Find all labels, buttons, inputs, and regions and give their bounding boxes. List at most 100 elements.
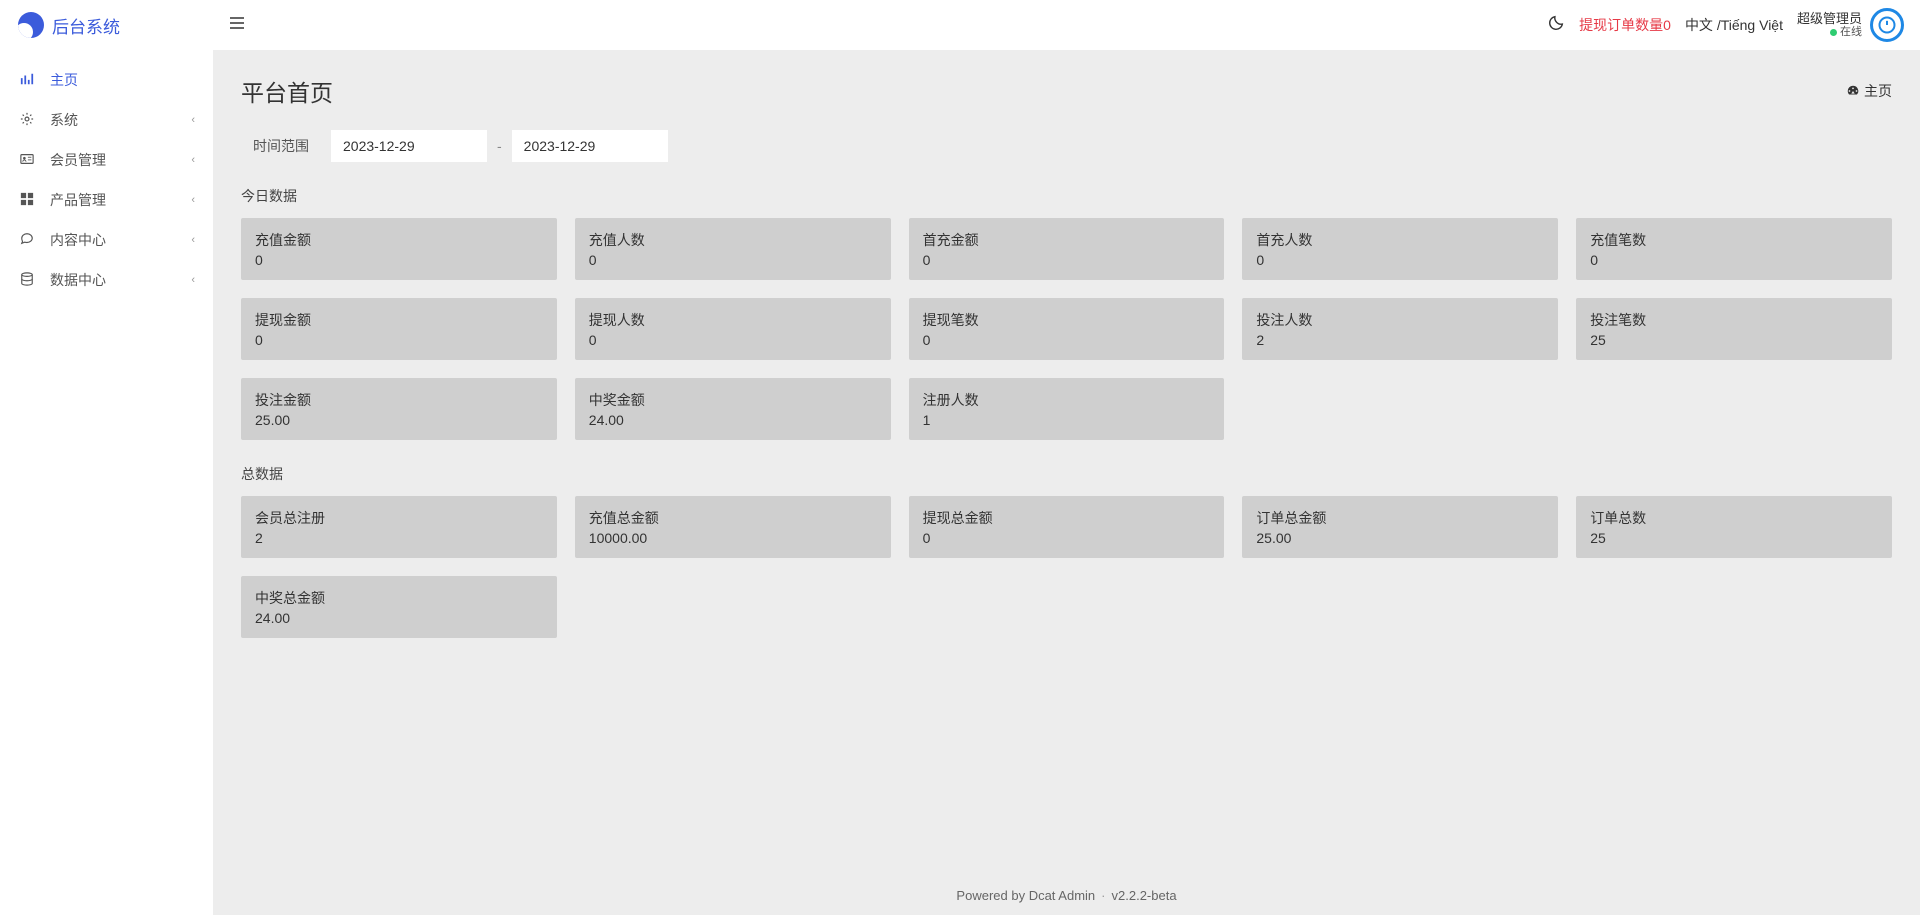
stat-label: 提现笔数 [923,310,1211,330]
stat-label: 充值总金额 [589,508,877,528]
id-card-icon [18,152,36,169]
stat-card: 注册人数 1 [909,378,1225,440]
stat-value: 25.00 [255,412,543,428]
sidebar: 后台系统 主页 系统 ‹ 会员管理 ‹ [0,0,213,915]
stat-label: 注册人数 [923,390,1211,410]
sidebar-item-label: 产品管理 [50,190,191,210]
stat-label: 投注人数 [1256,310,1544,330]
sidebar-item-content[interactable]: 内容中心 ‹ [0,220,213,260]
stat-card: 投注人数 2 [1242,298,1558,360]
sidebar-item-home[interactable]: 主页 [0,60,213,100]
stat-value: 2 [255,530,543,546]
withdraw-count: 0 [1663,17,1671,33]
total-cards: 会员总注册2充值总金额10000.00提现总金额0订单总金额25.00订单总数2… [241,496,1892,638]
stat-label: 中奖金额 [589,390,877,410]
stat-label: 订单总金额 [1256,508,1544,528]
brand-logo-icon [18,12,44,38]
stat-label: 充值金额 [255,230,543,250]
chevron-left-icon: ‹ [191,194,195,206]
stat-value: 24.00 [255,610,543,626]
topbar: 提现订单数量0 中文 /Tiếng Việt 超级管理员 在线 [213,0,1920,50]
hamburger-icon[interactable] [229,15,245,36]
stat-card: 会员总注册 2 [241,496,557,558]
gear-icon [18,112,36,129]
sidebar-item-label: 数据中心 [50,270,191,290]
stat-value: 0 [1590,252,1878,268]
stat-label: 投注笔数 [1590,310,1878,330]
stat-card: 提现金额0 [241,298,557,360]
footer-link[interactable]: Dcat Admin [1029,888,1095,903]
online-dot-icon [1830,29,1837,36]
stat-card: 首充人数 0 [1242,218,1558,280]
stat-value: 10000.00 [589,530,877,546]
stat-label: 提现总金额 [923,508,1211,528]
sidebar-item-system[interactable]: 系统 ‹ [0,100,213,140]
chevron-left-icon: ‹ [191,234,195,246]
database-icon [18,272,36,289]
stat-value: 0 [923,332,1211,348]
date-range: 时间范围 - [241,130,1892,162]
stat-value: 25 [1590,332,1878,348]
grid-icon [18,192,36,209]
footer-sep: · [1101,888,1105,903]
footer: Powered by Dcat Admin · v2.2.2-beta [213,876,1920,915]
today-cards: 充值金额0充值人数0首充金额0首充人数0充值笔数0提现金额0提现人数0提现笔数0… [241,218,1892,440]
stat-card: 投注笔数 25 [1576,298,1892,360]
footer-version: v2.2.2-beta [1112,888,1177,903]
footer-prefix: Powered by [956,888,1028,903]
sidebar-item-label: 会员管理 [50,150,191,170]
stat-value: 0 [1256,252,1544,268]
stat-value: 0 [923,252,1211,268]
breadcrumb[interactable]: 主页 [1846,81,1892,101]
chevron-left-icon: ‹ [191,114,195,126]
user-menu[interactable]: 超级管理员 在线 [1797,8,1904,42]
date-end-input[interactable] [512,130,668,162]
user-name: 超级管理员 [1797,11,1862,27]
date-start-input[interactable] [331,130,487,162]
user-status: 在线 [1830,26,1862,39]
stat-value: 1 [923,412,1211,428]
stat-card: 首充金额 0 [909,218,1225,280]
brand[interactable]: 后台系统 [0,0,213,50]
content: 平台首页 主页 时间范围 - 今日数据 充值金额0充值人数0首充金额0首充人数0… [213,50,1920,876]
sidebar-item-label: 主页 [50,70,195,90]
stat-card: 订单总数 25 [1576,496,1892,558]
stat-value: 0 [589,332,877,348]
page-title: 平台首页 [241,74,333,108]
stat-value: 24.00 [589,412,877,428]
stat-label: 中奖总金额 [255,588,543,608]
stat-value: 2 [1256,332,1544,348]
withdraw-label: 提现订单数量 [1579,17,1663,33]
dashboard-icon [1846,84,1860,98]
stat-value: 0 [255,252,543,268]
language-switcher[interactable]: 中文 /Tiếng Việt [1685,15,1783,35]
stat-label: 投注金额 [255,390,543,410]
stat-label: 首充金额 [923,230,1211,250]
stat-label: 会员总注册 [255,508,543,528]
sidebar-item-products[interactable]: 产品管理 ‹ [0,180,213,220]
sidebar-nav: 主页 系统 ‹ 会员管理 ‹ 产品管理 ‹ [0,50,213,300]
breadcrumb-home: 主页 [1864,81,1892,101]
chevron-left-icon: ‹ [191,154,195,166]
dark-mode-toggle[interactable] [1548,14,1565,36]
sidebar-item-label: 内容中心 [50,230,191,250]
chat-icon [18,232,36,249]
stat-card: 中奖总金额 24.00 [241,576,557,638]
stat-card: 充值笔数 0 [1576,218,1892,280]
withdraw-order-count[interactable]: 提现订单数量0 [1579,15,1671,35]
sidebar-item-data[interactable]: 数据中心 ‹ [0,260,213,300]
chevron-left-icon: ‹ [191,274,195,286]
stat-card: 投注金额 25.00 [241,378,557,440]
brand-name: 后台系统 [52,13,120,38]
stat-card: 充值人数0 [575,218,891,280]
stat-label: 充值笔数 [1590,230,1878,250]
stat-card: 提现笔数 0 [909,298,1225,360]
stat-card: 充值总金额 10000.00 [575,496,891,558]
stat-card: 提现人数0 [575,298,891,360]
sidebar-item-members[interactable]: 会员管理 ‹ [0,140,213,180]
stat-value: 25 [1590,530,1878,546]
stat-label: 首充人数 [1256,230,1544,250]
stat-label: 订单总数 [1590,508,1878,528]
stat-value: 0 [589,252,877,268]
today-section-title: 今日数据 [241,186,1892,206]
